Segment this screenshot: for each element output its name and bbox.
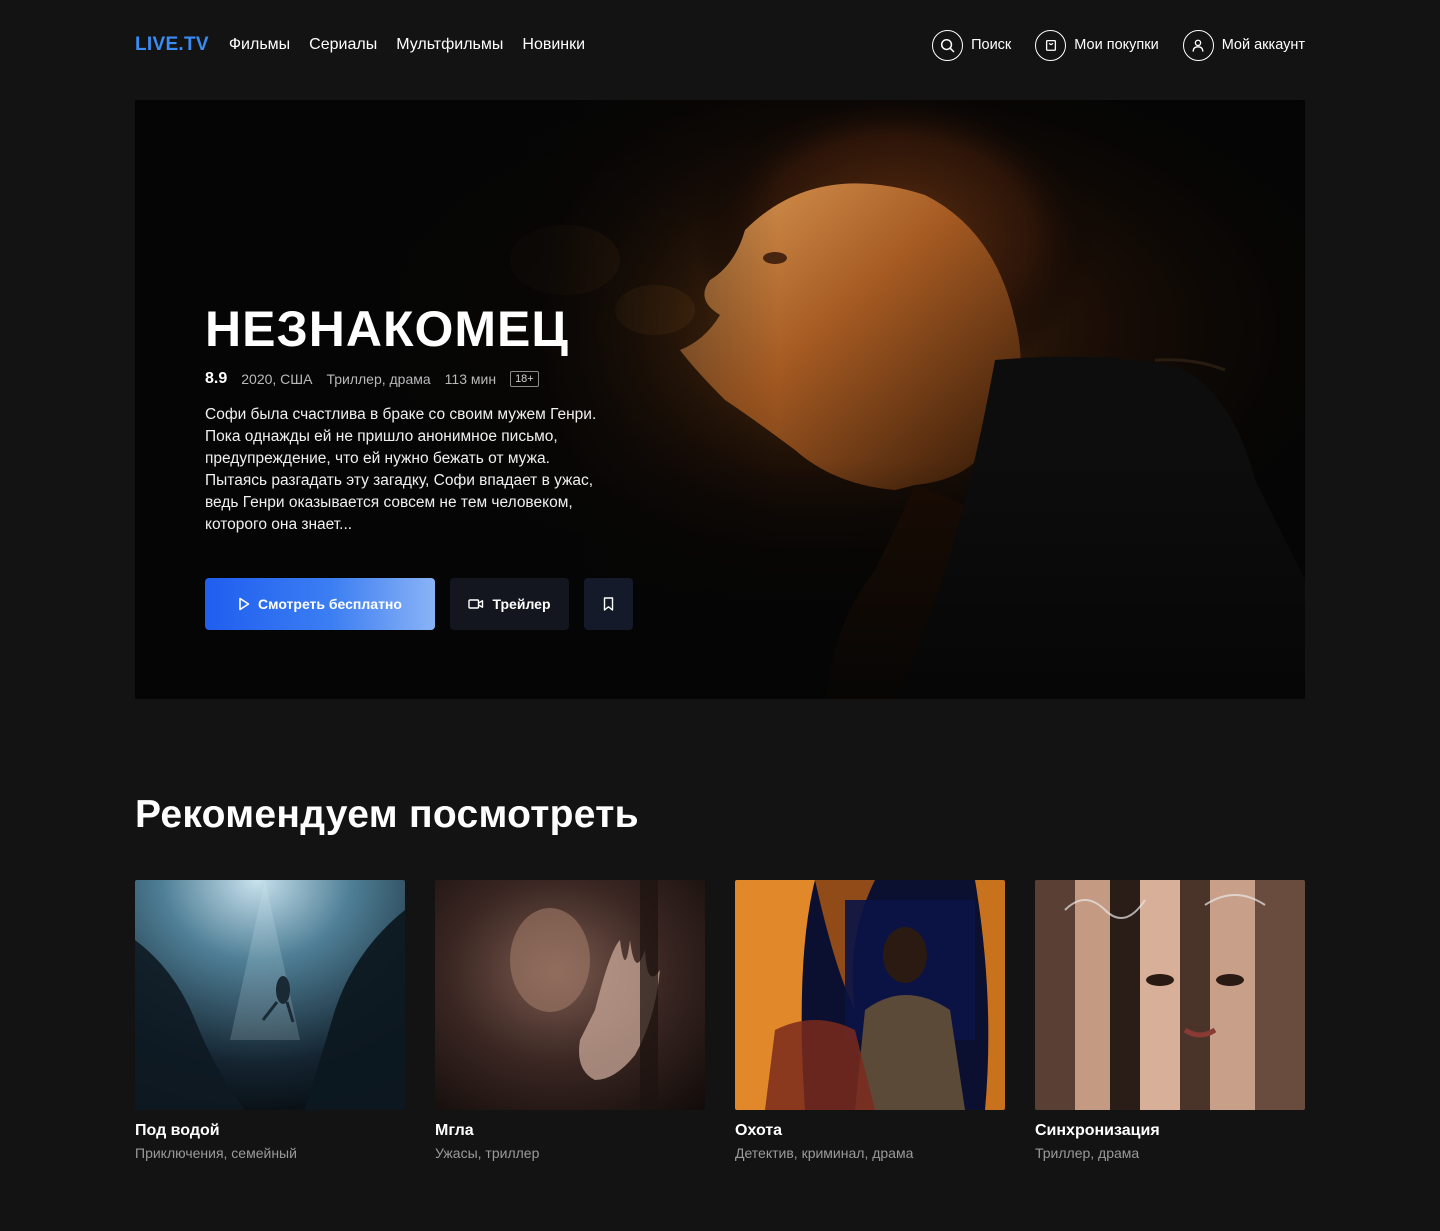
movie-poster-image <box>135 880 405 1110</box>
search-label: Поиск <box>971 37 1012 53</box>
rating: 8.9 <box>205 370 228 387</box>
nav-left: LIVE.TV Фильмы Сериалы Мультфильмы Новин… <box>135 34 604 56</box>
page: LIVE.TV Фильмы Сериалы Мультфильмы Новин… <box>0 0 1440 1231</box>
movie-title: Охота <box>735 1122 783 1139</box>
purchases-button[interactable]: Мои покупки <box>1035 29 1159 61</box>
top-nav: LIVE.TV Фильмы Сериалы Мультфильмы Новин… <box>135 26 1305 64</box>
account-label: Мой аккаунт <box>1221 37 1305 53</box>
nav-link-films[interactable]: Фильмы <box>229 36 290 54</box>
video-camera-icon <box>468 598 484 610</box>
movie-genres: Ужасы, триллер <box>435 1145 540 1161</box>
hero-content: НЕЗНАКОМЕЦ 8.9 2020, США Триллер, драма … <box>205 300 625 536</box>
movie-title: Под водой <box>135 1122 220 1139</box>
nav-link-series[interactable]: Сериалы <box>309 36 377 54</box>
user-icon <box>1182 29 1214 61</box>
bookmark-button[interactable] <box>584 578 633 630</box>
movie-card[interactable]: Под водой Приключения, семейный <box>135 880 405 1161</box>
bag-icon <box>1035 29 1067 61</box>
movie-card[interactable]: Охота Детектив, криминал, драма <box>735 880 1005 1161</box>
movie-poster-image <box>735 880 1005 1110</box>
watch-free-label: Смотреть бесплатно <box>258 596 402 612</box>
nav-link-new[interactable]: Новинки <box>522 36 585 54</box>
movie-poster-image <box>1035 880 1305 1110</box>
recommended-list: Под водой Приключения, семейный Мгла Ужа… <box>135 880 1305 1161</box>
nav-right: Поиск Мои покупки Мой аккаунт <box>908 29 1305 61</box>
nav-link-cartoons[interactable]: Мультфильмы <box>396 36 503 54</box>
movie-card[interactable]: Мгла Ужасы, триллер <box>435 880 705 1161</box>
play-icon <box>238 597 250 611</box>
year-country: 2020, США <box>241 371 313 387</box>
hero-actions: Смотреть бесплатно Трейлер <box>205 578 648 630</box>
movie-genres: Триллер, драма <box>1035 1145 1140 1161</box>
trailer-button[interactable]: Трейлер <box>450 578 569 630</box>
hero-description: Софи была счастлива в браке со своим муж… <box>205 406 597 533</box>
movie-genres: Детектив, криминал, драма <box>735 1145 914 1161</box>
search-icon <box>932 29 964 61</box>
hero-title: НЕЗНАКОМЕЦ <box>205 301 569 357</box>
account-button[interactable]: Мой аккаунт <box>1182 29 1305 61</box>
hero-banner: НЕЗНАКОМЕЦ 8.9 2020, США Триллер, драма … <box>135 100 1305 699</box>
movie-title: Мгла <box>435 1122 474 1139</box>
bookmark-icon <box>603 597 614 611</box>
movie-genres: Приключения, семейный <box>135 1145 297 1161</box>
movie-title: Синхронизация <box>1035 1122 1160 1139</box>
movie-card[interactable]: Синхронизация Триллер, драма <box>1035 880 1305 1161</box>
trailer-label: Трейлер <box>492 596 551 612</box>
search-button[interactable]: Поиск <box>932 29 1012 61</box>
movie-poster-image <box>435 880 705 1110</box>
watch-free-button[interactable]: Смотреть бесплатно <box>205 578 435 630</box>
section-title: Рекомендуем посмотреть <box>135 793 639 836</box>
purchases-label: Мои покупки <box>1074 37 1159 53</box>
hero-meta: 8.9 2020, США Триллер, драма 113 мин 18+ <box>205 370 625 388</box>
logo[interactable]: LIVE.TV <box>135 34 209 56</box>
age-badge: 18+ <box>510 371 539 387</box>
genres: Триллер, драма <box>326 371 431 387</box>
duration: 113 мин <box>444 371 497 387</box>
